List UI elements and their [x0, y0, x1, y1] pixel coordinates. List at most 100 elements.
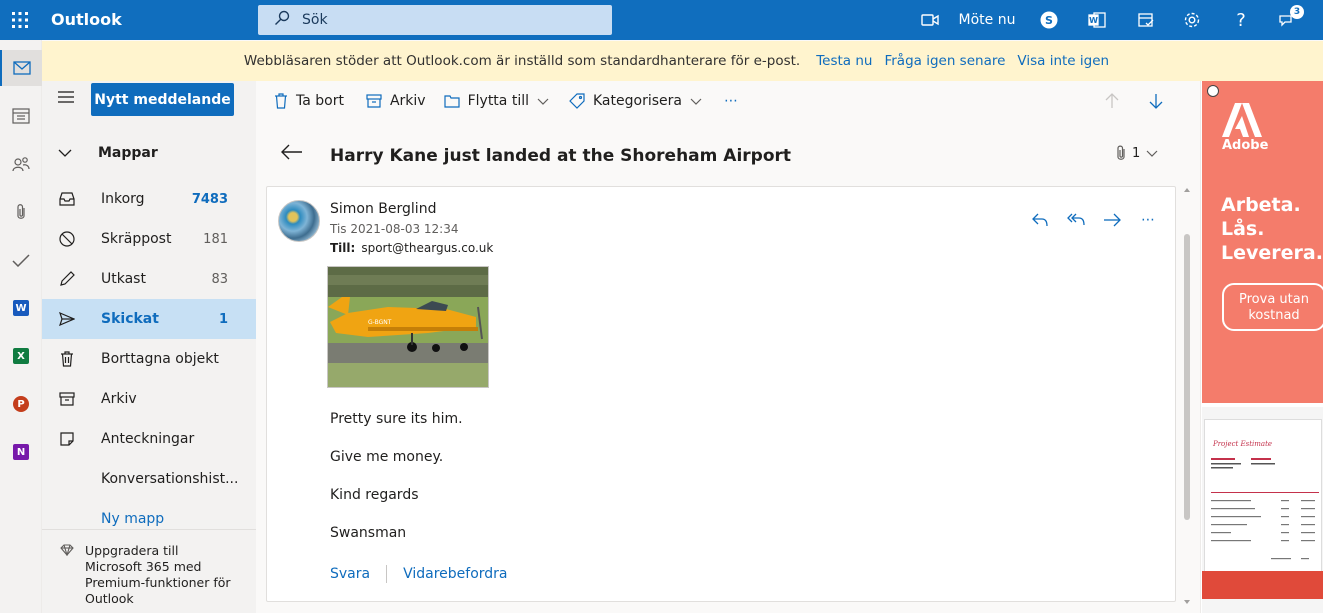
- folder-deleted[interactable]: Borttagna objekt: [42, 339, 256, 379]
- categorize-label: Kategorisera: [593, 93, 682, 109]
- attachment-count: 1: [1132, 145, 1141, 161]
- try-now-link[interactable]: Testa nu: [816, 53, 872, 69]
- command-bar: Ta bort Arkiv Flytta till Kategorisera ⋯: [256, 81, 1200, 121]
- arrow-up-icon[interactable]: [1096, 81, 1128, 121]
- powerpoint-app-icon[interactable]: P: [0, 386, 42, 422]
- archive-icon: [366, 94, 382, 108]
- subject-row: Harry Kane just landed at the Shoreham A…: [256, 121, 1200, 186]
- folder-conversation-history[interactable]: Konversationshist...: [42, 459, 256, 499]
- ad-pane[interactable]: Adobe Arbeta. Lås. Leverera. Prova utan …: [1200, 81, 1323, 613]
- drafts-pencil-icon: [58, 270, 76, 288]
- recipient-address[interactable]: sport@theargus.co.uk: [361, 241, 493, 255]
- message-subject: Harry Kane just landed at the Shoreham A…: [330, 146, 792, 166]
- document-title: Project Estimate: [1213, 440, 1273, 448]
- archive-icon: [58, 390, 76, 408]
- help-icon[interactable]: ?: [1221, 0, 1261, 40]
- reply-all-icon[interactable]: [1067, 211, 1085, 229]
- office-feed-icon[interactable]: W: [1077, 0, 1117, 40]
- folder-name: Utkast: [101, 271, 146, 287]
- onenote-app-icon[interactable]: N: [0, 434, 42, 470]
- calendar-icon[interactable]: [0, 98, 42, 134]
- new-message-button[interactable]: Nytt meddelande: [91, 83, 234, 116]
- ad-cta-button[interactable]: Prova utan kostnad: [1222, 283, 1323, 331]
- svg-text:W: W: [1089, 16, 1098, 25]
- arrow-down-icon[interactable]: [1140, 81, 1172, 121]
- folders-header-label: Mappar: [98, 145, 158, 161]
- more-actions-button[interactable]: ⋯: [716, 81, 746, 121]
- meet-now-button[interactable]: Möte nu: [918, 0, 1018, 40]
- sent-icon: [58, 310, 76, 328]
- archive-label: Arkiv: [389, 93, 426, 109]
- unread-count: 83: [211, 271, 228, 287]
- back-arrow-icon[interactable]: [281, 144, 303, 164]
- folder-name: Borttagna objekt: [101, 351, 219, 367]
- categorize-button[interactable]: Kategorisera: [561, 81, 710, 121]
- folder-name: Konversationshist...: [101, 471, 239, 487]
- body-line: Give me money.: [330, 449, 444, 465]
- hamburger-menu-icon[interactable]: [58, 91, 78, 111]
- settings-gear-icon[interactable]: [1172, 0, 1212, 40]
- app-title[interactable]: Outlook: [51, 10, 122, 29]
- search-input[interactable]: Sök: [258, 5, 612, 35]
- folder-sent[interactable]: Skickat 1: [42, 299, 256, 339]
- more-actions-icon[interactable]: ⋯: [1139, 211, 1157, 229]
- never-show-link[interactable]: Visa inte igen: [1017, 53, 1109, 69]
- folder-notes[interactable]: Anteckningar: [42, 419, 256, 459]
- attachments-toggle[interactable]: 1: [1116, 145, 1158, 161]
- message-card: Simon Berglind Tis 2021-08-03 12:34 Till…: [266, 186, 1176, 602]
- ad-headline-line: Arbeta.: [1221, 194, 1301, 216]
- avatar[interactable]: [278, 200, 320, 242]
- folder-inbox[interactable]: Inkorg 7483: [42, 179, 256, 219]
- folder-name: Anteckningar: [101, 431, 195, 447]
- reading-pane: Harry Kane just landed at the Shoreham A…: [256, 121, 1200, 613]
- reply-link[interactable]: Svara: [330, 566, 370, 582]
- folders-header[interactable]: Mappar: [58, 143, 158, 163]
- my-day-icon[interactable]: [1126, 0, 1166, 40]
- message-date: Tis 2021-08-03 12:34: [330, 222, 459, 236]
- folder-junk[interactable]: Skräppost 181: [42, 219, 256, 259]
- ask-later-link[interactable]: Fråga igen senare: [884, 53, 1005, 69]
- notifications-icon[interactable]: 3: [1268, 0, 1308, 40]
- word-app-icon[interactable]: W: [0, 290, 42, 326]
- move-to-label: Flytta till: [467, 93, 529, 109]
- ad-banner[interactable]: Adobe Arbeta. Lås. Leverera. Prova utan …: [1202, 81, 1323, 403]
- folder-archive[interactable]: Arkiv: [42, 379, 256, 419]
- sender-name[interactable]: Simon Berglind: [330, 201, 436, 217]
- attached-photo[interactable]: G-BGNT: [327, 266, 489, 388]
- default-mail-banner: Webbläsaren stöder att Outlook.com är in…: [42, 41, 1323, 81]
- app-launcher-icon[interactable]: [0, 0, 40, 40]
- reply-icon[interactable]: [1031, 211, 1049, 229]
- tag-icon: [569, 93, 585, 109]
- upgrade-promo[interactable]: Uppgradera till Microsoft 365 med Premiu…: [42, 529, 256, 613]
- unread-count: 7483: [191, 191, 228, 207]
- new-folder-link[interactable]: Ny mapp: [101, 511, 164, 527]
- junk-icon: [58, 230, 76, 248]
- ad-headline-line: Lås.: [1221, 218, 1265, 240]
- notes-icon: [58, 430, 76, 448]
- ad-info-icon[interactable]: [1207, 85, 1219, 97]
- folder-name: Arkiv: [101, 391, 137, 407]
- skype-icon[interactable]: S: [1029, 0, 1069, 40]
- meet-now-label: Möte nu: [958, 12, 1016, 28]
- archive-button[interactable]: Arkiv: [358, 81, 434, 121]
- chevron-down-icon: [58, 149, 72, 157]
- delete-label: Ta bort: [296, 93, 344, 109]
- forward-icon[interactable]: [1103, 211, 1121, 229]
- search-icon: [274, 10, 290, 30]
- scrollbar-thumb[interactable]: [1184, 234, 1190, 520]
- forward-link[interactable]: Vidarebefordra: [403, 566, 507, 582]
- adobe-logo-icon: [1222, 103, 1262, 137]
- delete-button[interactable]: Ta bort: [266, 81, 352, 121]
- people-icon[interactable]: [0, 146, 42, 182]
- body-line: Pretty sure its him.: [330, 411, 463, 427]
- scrollbar[interactable]: [1182, 186, 1192, 606]
- document-page: Project Estimate: [1204, 419, 1322, 589]
- mail-icon[interactable]: [0, 50, 42, 86]
- attachment-paperclip-icon[interactable]: [0, 194, 42, 230]
- move-to-button[interactable]: Flytta till: [436, 81, 557, 121]
- folder-drafts[interactable]: Utkast 83: [42, 259, 256, 299]
- inbox-icon: [58, 190, 76, 208]
- excel-app-icon[interactable]: X: [0, 338, 42, 374]
- unread-count: 1: [218, 311, 228, 327]
- todo-check-icon[interactable]: [0, 242, 42, 278]
